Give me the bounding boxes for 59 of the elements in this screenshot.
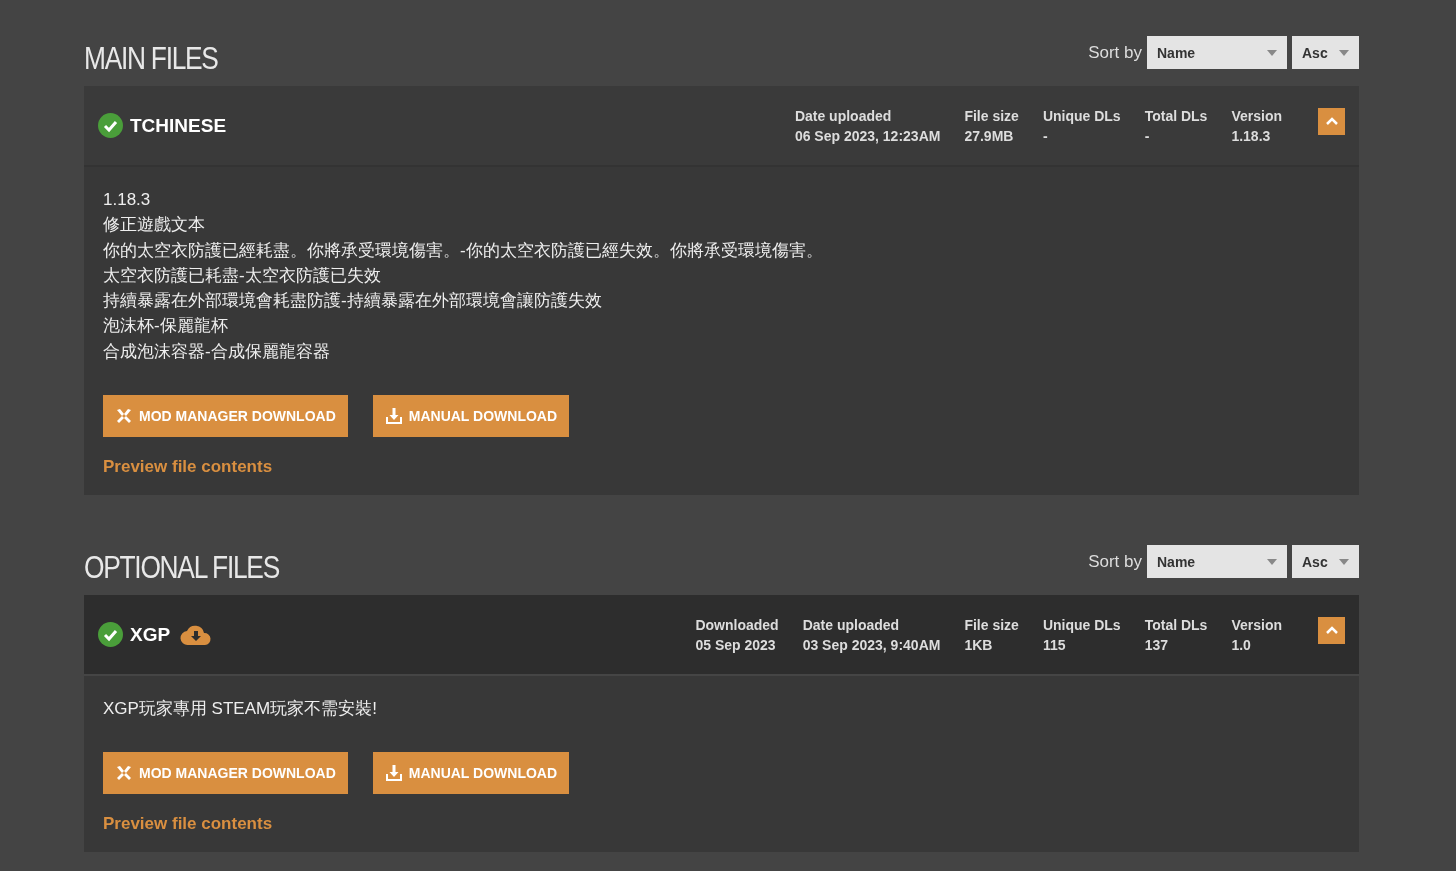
stat-label: Version bbox=[1231, 615, 1282, 635]
file-name: TCHINESE bbox=[130, 114, 227, 137]
stat-label: File size bbox=[964, 106, 1019, 126]
stat-value: 27.9MB bbox=[964, 126, 1015, 146]
stat-label: Total DLs bbox=[1144, 615, 1208, 635]
dropdown-caret-icon bbox=[1267, 558, 1277, 565]
manual-download-button[interactable]: MANUAL DOWNLOAD bbox=[372, 395, 570, 438]
stat-value: - bbox=[1042, 126, 1049, 146]
stat-value: 115 bbox=[1042, 635, 1067, 655]
stat-value: 1.18.3 bbox=[1231, 126, 1272, 146]
description-line: 修正遊戲文本 bbox=[103, 214, 206, 237]
file-name: XGP bbox=[130, 623, 171, 646]
description-line: 泡沫杯-保麗龍杯 bbox=[103, 315, 229, 338]
stat-value: 1.0 bbox=[1231, 635, 1252, 655]
download-icon bbox=[384, 764, 403, 783]
stat-label: Unique DLs bbox=[1042, 615, 1121, 635]
description-line: 合成泡沫容器-合成保麗龍容器 bbox=[103, 340, 331, 363]
stat-value: 03 Sep 2023, 9:40AM bbox=[802, 635, 941, 655]
manual-download-button[interactable]: MANUAL DOWNLOAD bbox=[372, 752, 570, 795]
stat-value: - bbox=[1144, 126, 1151, 146]
mod-manager-download-button[interactable]: MOD MANAGER DOWNLOAD bbox=[103, 395, 348, 438]
collapse-toggle[interactable] bbox=[1318, 107, 1345, 135]
stat-value: 137 bbox=[1144, 635, 1169, 655]
sort-field-dropdown[interactable]: Name bbox=[1147, 36, 1287, 69]
mod-manager-download-button[interactable]: MOD MANAGER DOWNLOAD bbox=[103, 752, 348, 795]
stat-label: Total DLs bbox=[1144, 106, 1208, 126]
stat-value: 1KB bbox=[964, 635, 994, 655]
stat-label: Downloaded bbox=[695, 615, 779, 635]
chevron-up-icon bbox=[1325, 117, 1338, 125]
stat-label: Date uploaded bbox=[802, 615, 901, 635]
description-line: 持續暴露在外部環境會耗盡防護-持續暴露在外部環境會讓防護失效 bbox=[103, 290, 603, 313]
description-line: XGP玩家專用 STEAM玩家不需安裝! bbox=[103, 698, 378, 721]
dropdown-caret-icon bbox=[1267, 49, 1277, 56]
sort-order-dropdown[interactable]: Asc bbox=[1292, 545, 1359, 579]
stat-label: File size bbox=[964, 615, 1019, 635]
dropdown-caret-icon bbox=[1339, 49, 1349, 56]
preview-link[interactable]: Preview file contents bbox=[103, 457, 273, 478]
stat-value: 05 Sep 2023 bbox=[695, 635, 777, 655]
stat-value: 06 Sep 2023, 12:23AM bbox=[794, 126, 941, 146]
sort-order-dropdown[interactable]: Asc bbox=[1292, 36, 1359, 69]
section-heading: MAIN FILES bbox=[84, 43, 218, 74]
section-heading: OPTIONAL FILES bbox=[84, 552, 279, 584]
cloud-download-icon bbox=[180, 623, 213, 646]
stat-label: Date uploaded bbox=[794, 106, 893, 126]
crossed-tools-icon bbox=[115, 764, 133, 783]
collapse-toggle[interactable] bbox=[1318, 616, 1345, 644]
stat-label: Version bbox=[1231, 106, 1282, 126]
preview-link[interactable]: Preview file contents bbox=[103, 814, 273, 835]
sort-field-dropdown[interactable]: Name bbox=[1147, 545, 1287, 579]
description-line: 你的太空衣防護已經耗盡。你將承受環境傷害。-你的太空衣防護已經失效。你將承受環境傷害。 bbox=[103, 239, 824, 262]
crossed-tools-icon bbox=[115, 407, 133, 426]
description-line: 太空衣防護已耗盡-太空衣防護已失效 bbox=[103, 264, 382, 287]
stat-label: Unique DLs bbox=[1042, 106, 1121, 126]
description-line: 1.18.3 bbox=[103, 189, 152, 211]
download-icon bbox=[384, 407, 403, 426]
chevron-up-icon bbox=[1325, 626, 1338, 635]
sort-label: Sort by bbox=[1088, 551, 1142, 572]
dropdown-caret-icon bbox=[1339, 558, 1349, 565]
sort-label: Sort by bbox=[1088, 42, 1142, 63]
